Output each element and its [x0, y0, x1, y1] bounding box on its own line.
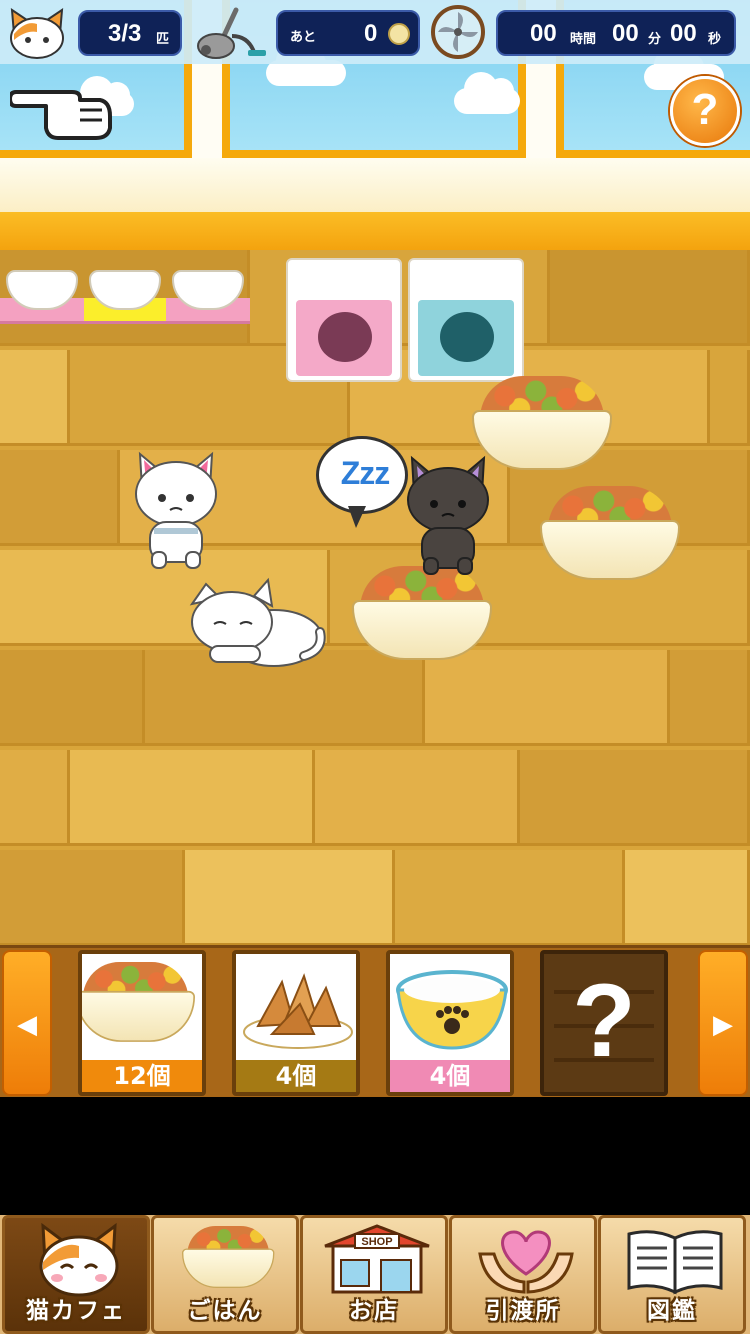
fan-icon[interactable]	[430, 4, 486, 60]
cat-count-display: 3/3 匹	[78, 10, 182, 56]
nav-label: 図鑑	[647, 1298, 697, 1324]
nav-label: 引渡所	[485, 1298, 561, 1324]
kibble-bowl-icon	[82, 962, 195, 1044]
cat-face-icon	[10, 8, 64, 59]
cloud	[454, 72, 520, 114]
shop-icon: SHOP	[324, 1224, 430, 1294]
question-mark-icon: ?	[572, 963, 636, 1079]
milk-bowl-icon	[396, 970, 508, 1050]
chevron-left-icon: ◀	[17, 1010, 37, 1040]
cat-count-value: 3/3	[108, 20, 142, 47]
timer-display: 00 時間 00 分 00 秒	[496, 10, 736, 56]
remaining-value: 0	[364, 20, 378, 47]
nav-encyclopedia[interactable]: 図鑑	[598, 1215, 746, 1334]
nav-shop[interactable]: SHOP お店	[300, 1215, 448, 1334]
sleep-bubble: Zzz	[316, 436, 408, 514]
nav-label: 猫カフェ	[26, 1298, 126, 1324]
timer-minutes-unit: 分	[648, 31, 662, 46]
sleep-bubble-tail	[348, 506, 366, 528]
tray-item-locked[interactable]: ?	[540, 950, 668, 1096]
tray-item-milk[interactable]: 4個	[386, 950, 514, 1096]
dried-fish-icon	[243, 973, 353, 1049]
game-screen: Zzz 3/3 匹 あと 0 00 時間 00 分 00 秒 ? ◀ 12個 4…	[0, 0, 750, 1334]
tray-item-kibble[interactable]: 12個	[78, 950, 206, 1096]
nav-food[interactable]: ごはん	[151, 1215, 299, 1334]
timer-hours-unit: 時間	[570, 31, 597, 46]
timer-seconds-unit: 秒	[708, 31, 722, 46]
tray-prev-button[interactable]: ◀	[2, 950, 52, 1096]
nav-label: ごはん	[187, 1298, 263, 1324]
heart-hands-icon	[478, 1230, 574, 1294]
book-icon	[627, 1230, 723, 1295]
remaining-label: あと	[290, 29, 317, 44]
cat-count-unit: 匹	[156, 31, 170, 46]
house-entrance	[318, 312, 372, 362]
house-entrance	[440, 312, 494, 362]
timer-seconds: 00	[670, 20, 697, 47]
cat-face-icon	[39, 1222, 119, 1297]
window-sill	[0, 158, 750, 214]
coin-icon	[388, 23, 410, 45]
white-cat-sleeping[interactable]	[184, 576, 326, 670]
sleep-bubble-text: Zzz	[340, 455, 391, 491]
item-count: 4個	[236, 1060, 356, 1092]
food-bowl-icon	[182, 1226, 275, 1289]
item-count: 12個	[82, 1060, 202, 1092]
black-cat[interactable]	[402, 454, 494, 576]
white-cat-pink-ears[interactable]	[130, 448, 222, 572]
chevron-right-icon: ▶	[713, 1010, 733, 1040]
bottom-nav: 猫カフェ ごはん SHOP お店 引渡所 図鑑	[0, 1215, 750, 1334]
help-icon: ?	[691, 85, 719, 134]
kibble-bowl[interactable]	[540, 486, 680, 582]
item-tray: ◀ 12個 4個 4個 ? ▶	[0, 945, 750, 1097]
shop-sign-text: SHOP	[361, 1236, 392, 1248]
item-count: 4個	[390, 1060, 510, 1092]
remaining-display: あと 0	[276, 10, 420, 56]
timer-minutes: 00	[612, 20, 639, 47]
nav-cat-cafe[interactable]: 猫カフェ	[2, 1215, 150, 1334]
nav-adoption[interactable]: 引渡所	[449, 1215, 597, 1334]
cat-house-pink[interactable]	[286, 258, 402, 382]
tray-item-dried-fish[interactable]: 4個	[232, 950, 360, 1096]
cat-house-blue[interactable]	[408, 258, 524, 382]
timer-hours: 00	[530, 20, 557, 47]
wall-trim	[0, 212, 750, 250]
kibble-bowl[interactable]	[352, 566, 492, 662]
tray-next-button[interactable]: ▶	[698, 950, 748, 1096]
pointing-hand-icon[interactable]	[10, 76, 116, 144]
help-button[interactable]: ?	[670, 76, 740, 146]
vacuum-cleaner-icon[interactable]	[192, 6, 268, 60]
nav-label: お店	[349, 1298, 399, 1324]
